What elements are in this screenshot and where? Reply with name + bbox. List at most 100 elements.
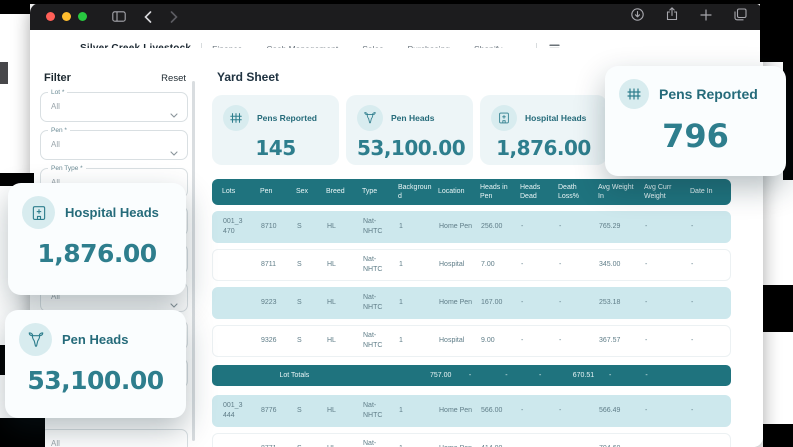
stat-card-pens-reported: Pens Reported 145	[212, 95, 339, 165]
filter-field-1[interactable]: Pen * All	[40, 127, 188, 161]
fence-icon	[223, 105, 249, 131]
filter-reset-button[interactable]: Reset	[161, 73, 186, 84]
column-header: Heads Dead	[520, 183, 541, 200]
table-cell: 1	[399, 299, 403, 307]
table-cell: HL	[327, 223, 336, 231]
filter-field-value: All	[51, 102, 60, 111]
desktop-bg	[0, 0, 30, 14]
table-cell: 253.18	[599, 299, 621, 307]
close-button[interactable]	[46, 12, 55, 21]
table-cell: 566.49	[599, 407, 621, 415]
hospital-icon	[22, 196, 55, 229]
table-cell: Hospital	[439, 261, 465, 269]
filter-field-8[interactable]: All	[40, 429, 188, 447]
table-body: 001_3 470 8710 S HL Nat-NHTC 1 Home Pen 256.00 -…	[212, 211, 731, 357]
table-body: 001_3 444 8776 S HL Nat-NHTC 1 Home Pen 566.00 -…	[212, 395, 731, 447]
table-cell: 001_3 444	[223, 402, 243, 419]
stat-cards-row: Pens Reported 145 Pen Heads 53,100.00 Ho…	[212, 95, 607, 165]
table-cell: HL	[327, 261, 336, 269]
table-cell: -	[559, 299, 562, 307]
filter-title: Filter	[44, 72, 71, 84]
table-cell: -	[691, 261, 694, 269]
stat-card-value: 145	[255, 136, 296, 160]
table-cell: -	[559, 223, 562, 231]
sidebar-icon[interactable]	[112, 11, 126, 22]
desktop-bg	[763, 285, 793, 332]
chevron-down-icon	[170, 442, 178, 447]
table-cell: -	[521, 261, 524, 269]
column-header: Sex	[296, 188, 309, 196]
table-cell: Home Pen	[439, 223, 473, 231]
page-title: Yard Sheet	[217, 70, 280, 84]
table-cell: 8776	[261, 407, 277, 415]
column-header: Location	[438, 188, 465, 196]
table-cell: -	[691, 337, 694, 345]
new-tab-icon[interactable]	[700, 8, 712, 26]
fence-icon	[619, 79, 649, 109]
table-cell: -	[691, 407, 694, 415]
minimize-button[interactable]	[62, 12, 71, 21]
table-cell: HL	[327, 407, 336, 415]
filter-field-0[interactable]: Lot * All	[40, 89, 188, 122]
table-row[interactable]: 9326 S HL Nat-NHTC 1 Hospital 9.00 - - 367.57 - -	[212, 325, 731, 357]
table-cell: S	[297, 223, 302, 231]
table-row[interactable]: 9223 S HL Nat-NHTC 1 Home Pen 167.00 - - 253.18 - -	[212, 287, 731, 319]
overlay-card-hospital-heads: Hospital Heads 1,876.00	[8, 183, 186, 295]
table-cell: -	[645, 407, 648, 415]
column-header: Background	[398, 183, 432, 200]
table-row[interactable]: 8771SHLNat-NHTC1Home Pen414.00--704.60--	[212, 433, 731, 447]
table-row[interactable]: 001_3 444 8776 S HL Nat-NHTC 1 Home Pen 566.00 -…	[212, 395, 731, 427]
browser-titlebar	[30, 3, 763, 30]
column-header: Heads in Pen	[480, 183, 508, 200]
downloads-icon[interactable]	[631, 7, 644, 26]
table-cell: Nat-NHTC	[363, 294, 383, 311]
table-cell: 001_3 470	[223, 218, 243, 235]
column-header: Breed	[326, 188, 345, 196]
table-cell: -	[645, 261, 648, 269]
column-header: Avg Weight In	[598, 183, 634, 200]
table-cell: -	[559, 337, 562, 345]
chevron-down-icon	[170, 143, 178, 161]
cow-icon	[19, 323, 52, 356]
overlay-card-pen-heads: Pen Heads 53,100.00	[5, 310, 186, 418]
desktop-bg	[0, 418, 45, 447]
table-cell: 9223	[261, 299, 277, 307]
table-cell: Hospital	[439, 337, 465, 345]
forward-icon[interactable]	[170, 10, 178, 23]
table-cell: Home Pen	[439, 407, 473, 415]
table-cell: 367.57	[599, 337, 621, 345]
yard-sheet-table: Lots Pen Sex Breed Type Background Location Hea…	[212, 179, 731, 447]
overlay-card-label: Pens Reported	[659, 86, 758, 102]
table-cell: 256.00	[481, 223, 503, 231]
totals-cell: -	[468, 372, 472, 379]
table-cell: 8710	[261, 223, 277, 231]
stat-card-label: Pens Reported	[257, 113, 317, 123]
maximize-button[interactable]	[78, 12, 87, 21]
table-cell: S	[297, 261, 302, 269]
table-cell: 566.00	[481, 407, 503, 415]
table-cell: -	[645, 223, 648, 231]
back-icon[interactable]	[144, 10, 152, 23]
stat-card-value: 53,100.00	[357, 136, 466, 160]
table-cell: HL	[327, 299, 336, 307]
tab-overview-icon[interactable]	[734, 7, 747, 26]
table-header-row: Lots Pen Sex Breed Type Background Location Hea…	[212, 179, 731, 205]
table-cell: -	[559, 261, 562, 269]
hospital-icon	[491, 105, 517, 131]
table-cell: -	[645, 337, 648, 345]
column-header: Type	[362, 188, 378, 196]
overlay-card-label: Pen Heads	[62, 332, 129, 347]
overlay-card-pens-reported: Pens Reported 796	[605, 66, 786, 176]
table-cell: 9326	[261, 337, 277, 345]
column-header: Date In	[690, 188, 713, 196]
table-cell: 1	[399, 261, 403, 269]
table-cell: -	[521, 223, 524, 231]
share-icon[interactable]	[666, 7, 678, 26]
sidebar-scrollbar[interactable]	[192, 81, 195, 441]
table-cell: 9.00	[481, 337, 495, 345]
table-row[interactable]: 8711 S HL Nat-NHTC 1 Hospital 7.00 - - 345.00 - -	[212, 249, 731, 281]
totals-cell: -	[609, 372, 612, 379]
totals-cell: -	[645, 372, 648, 379]
table-row[interactable]: 001_3 470 8710 S HL Nat-NHTC 1 Home Pen 256.00 -…	[212, 211, 731, 243]
totals-cell: 757.00	[429, 372, 452, 379]
